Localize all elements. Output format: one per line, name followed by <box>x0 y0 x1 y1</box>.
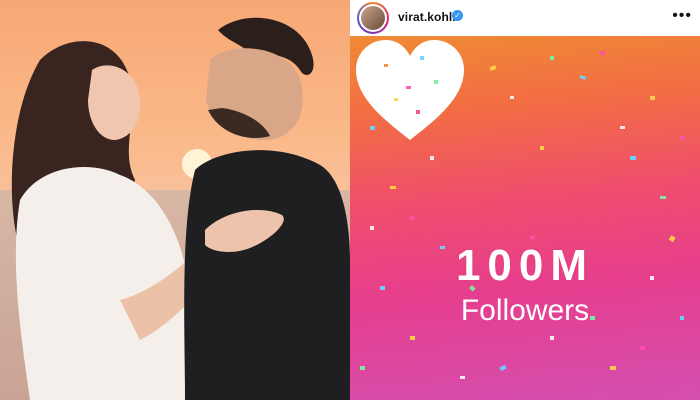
username[interactable]: virat.kohli <box>398 10 456 24</box>
milestone-post-image: 100M Followers <box>350 36 700 400</box>
avatar-image <box>361 6 385 30</box>
follower-count: 100M <box>455 241 595 290</box>
more-options-icon[interactable]: ••• <box>672 8 692 24</box>
profile-avatar[interactable] <box>357 2 389 34</box>
followers-label: Followers <box>460 294 590 327</box>
instagram-post: virat.kohli ✓ ••• 100M Followers <box>350 0 700 400</box>
post-header: virat.kohli ✓ ••• <box>350 0 700 36</box>
photo-illustration <box>0 0 350 400</box>
heart-icon <box>356 40 464 140</box>
couple-sunset-photo <box>0 0 350 400</box>
composite-image: virat.kohli ✓ ••• 100M Followers <box>0 0 700 400</box>
verified-badge-icon: ✓ <box>452 10 463 21</box>
